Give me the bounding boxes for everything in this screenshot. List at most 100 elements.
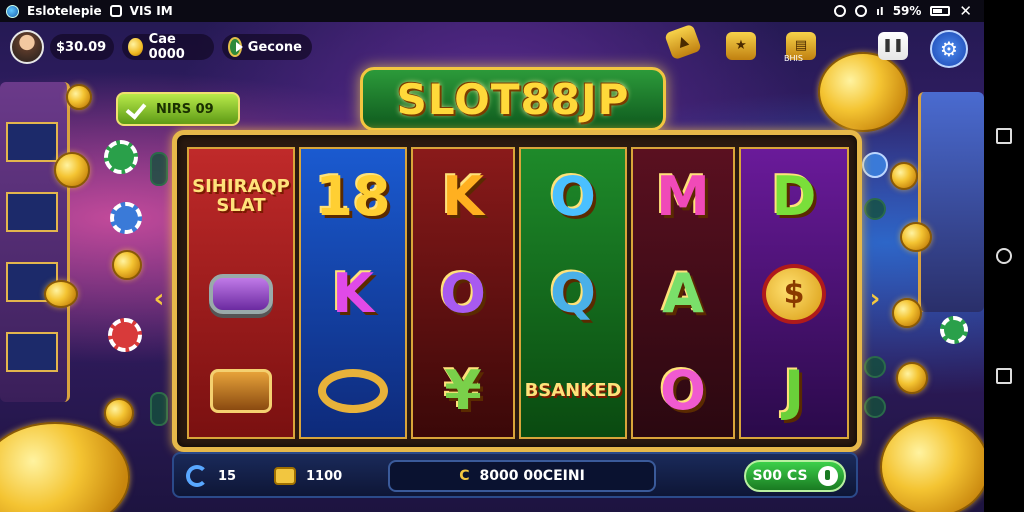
shop-label: BHIS: [784, 54, 803, 63]
home-button[interactable]: [996, 248, 1012, 264]
recent-apps-button[interactable]: [996, 128, 1012, 144]
credit-value: 8000 00CEINI: [479, 468, 585, 484]
reels-frame: SIHIRAQP SLAT 18 K K O ¥ O Q BSANKED MAO D $ J: [172, 130, 862, 452]
bonus-icon[interactable]: ★: [726, 32, 756, 60]
reel-symbol: [193, 246, 289, 342]
machine-window: [6, 122, 58, 162]
spin-icon: [817, 466, 838, 486]
reel-symbol: D: [745, 149, 843, 245]
status-app-label: Eslotelepie: [27, 4, 102, 18]
chip-decoration: [110, 202, 142, 234]
symbol-text: SIHIRAQP SLAT: [192, 176, 290, 216]
reel-4: O Q BSANKED: [519, 147, 627, 439]
symbol-letter: O: [660, 359, 706, 422]
play-icon: [228, 37, 243, 57]
symbol-letter: O: [440, 262, 486, 325]
money-bag-icon: $: [762, 264, 826, 324]
bet-icon: [274, 467, 296, 485]
game-screen: $30.09 Cae 0000 Gecone ▲ ★ ▤ BHIS ❚❚ ⚙ S…: [0, 22, 984, 512]
reel-symbol: Q: [525, 246, 621, 342]
credit-display: C 8000 00CEINI: [388, 460, 656, 492]
reel-symbol: $: [745, 246, 843, 342]
lines-control[interactable]: 15: [186, 463, 236, 489]
balance-value: $30.09: [56, 39, 107, 55]
big-coin-decoration: [880, 417, 984, 512]
coin-decoration: [112, 250, 142, 280]
reel-symbol: SIHIRAQP SLAT: [192, 149, 290, 245]
ring-icon: [318, 369, 388, 413]
bottom-control-bar: 15 1100 C 8000 00CEINI S00 CS: [172, 452, 858, 498]
reel-symbol: [193, 343, 289, 439]
status-bar: Eslotelepie VIS IM ıl 59% ✕: [0, 0, 984, 22]
symbol-letter: A: [662, 262, 704, 325]
reel-symbol: K: [305, 246, 401, 342]
spin-label: S00 CS: [752, 468, 808, 484]
reel-6: D $ J: [739, 147, 849, 439]
trophy-icon[interactable]: ▲: [664, 23, 702, 61]
globe-icon: [6, 4, 19, 18]
side-indicator: [150, 392, 168, 426]
reel-symbol: J: [745, 343, 843, 439]
chip-decoration: [108, 318, 142, 352]
side-indicator: [864, 356, 886, 378]
symbol-letter: M: [656, 165, 710, 228]
coin-decoration: [896, 362, 928, 394]
game-logo: SLOT88JP: [360, 67, 666, 131]
gear-icon: ⚙: [940, 37, 958, 61]
symbol-letter: K: [332, 262, 374, 325]
coins-value: Cae 0000: [148, 32, 185, 62]
app-icon: [109, 5, 122, 17]
reel-symbol: O: [417, 246, 509, 342]
reel-symbol: 18: [305, 149, 401, 245]
chip-decoration: [104, 140, 138, 174]
reel-symbol: O: [525, 149, 621, 245]
info-button[interactable]: [862, 152, 888, 178]
side-indicator: [864, 396, 886, 418]
status-extra-label: VIS IM: [129, 4, 173, 18]
symbol-letter: O: [550, 165, 596, 228]
battery-icon: [930, 6, 951, 16]
player-avatar[interactable]: [10, 30, 44, 64]
reel-symbol: O: [637, 343, 729, 439]
mode-button[interactable]: Gecone: [222, 34, 312, 60]
pause-icon[interactable]: ❚❚: [878, 32, 908, 60]
settings-button[interactable]: ⚙: [930, 30, 968, 68]
side-indicator: [864, 198, 886, 220]
coin-decoration: [900, 222, 932, 252]
coin-decoration: [54, 152, 90, 188]
slot-machine-decoration: [0, 82, 70, 402]
alarm-icon: [855, 5, 868, 17]
gem-icon: [209, 274, 273, 314]
record-icon: [834, 5, 847, 17]
spin-button[interactable]: S00 CS: [744, 460, 846, 492]
win-badge-text: NIRS 09: [156, 101, 214, 117]
reel-2: 18 K: [299, 147, 407, 439]
signal-icon: ıl: [876, 4, 884, 18]
reel-symbol: M: [637, 149, 729, 245]
coin-icon: [128, 38, 143, 56]
reel-symbol: BSANKED: [525, 343, 622, 439]
reel-symbol: [305, 343, 401, 439]
right-arrow-button[interactable]: ›: [866, 284, 884, 314]
coins-display[interactable]: Cae 0000: [122, 32, 214, 62]
coin-decoration: [44, 280, 78, 308]
symbol-letter: Q: [550, 262, 596, 325]
back-button[interactable]: [996, 368, 1012, 384]
symbol-letter: J: [783, 359, 805, 422]
check-icon: [126, 100, 148, 118]
bet-control[interactable]: 1100: [274, 463, 342, 489]
chip-decoration: [940, 316, 968, 344]
logo-text: SLOT88JP: [396, 74, 630, 124]
coin-decoration: [104, 398, 134, 428]
left-arrow-button[interactable]: ‹: [150, 284, 168, 314]
side-indicator: [150, 152, 168, 186]
battery-percent: 59%: [892, 4, 922, 18]
symbol-letter: K: [442, 165, 484, 228]
close-icon[interactable]: ✕: [959, 2, 972, 20]
symbol-letter: 18: [315, 165, 391, 228]
mode-label: Gecone: [247, 39, 302, 55]
big-coin-decoration: [818, 52, 908, 132]
coin-decoration: [890, 162, 918, 190]
lines-value: 15: [218, 468, 237, 484]
symbol-letter: D: [771, 165, 817, 228]
